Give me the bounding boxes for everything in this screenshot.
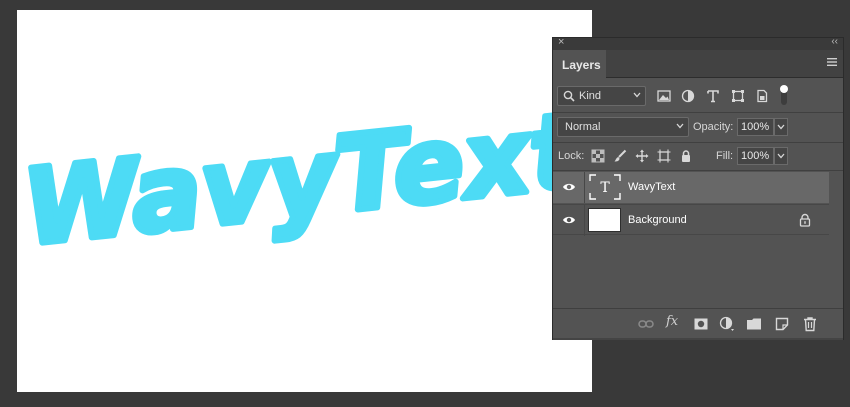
search-icon xyxy=(563,90,575,102)
add-mask-icon[interactable] xyxy=(693,316,709,332)
new-layer-icon[interactable] xyxy=(774,316,790,332)
text-layer-thumbnail[interactable]: T xyxy=(589,174,621,200)
layer-row-wavytext[interactable]: T WavyText xyxy=(553,172,829,203)
filter-kind-select[interactable]: Kind xyxy=(557,86,646,106)
opacity-label: Opacity: xyxy=(693,121,734,133)
lock-transparent-pixels-icon[interactable] xyxy=(591,149,605,163)
canvas-artwork: WavyText xyxy=(17,86,592,272)
panel-tab-bar: Layers xyxy=(553,50,843,79)
filter-kind-value: Kind xyxy=(579,90,602,102)
image-filter-icon[interactable] xyxy=(657,89,671,103)
chevron-down-icon xyxy=(676,123,684,129)
blend-mode-select[interactable]: Normal xyxy=(557,117,689,137)
hamburger-menu-icon[interactable] xyxy=(827,58,837,66)
adjustment-filter-icon[interactable] xyxy=(681,89,695,103)
new-group-icon[interactable] xyxy=(746,316,762,332)
layer-filter-row: Kind xyxy=(553,82,843,110)
close-icon[interactable]: × xyxy=(558,36,564,48)
type-filter-icon[interactable] xyxy=(706,89,720,103)
lock-image-pixels-icon[interactable] xyxy=(613,149,627,163)
chevron-down-icon xyxy=(777,124,785,130)
fill-input[interactable]: 100% xyxy=(737,147,774,165)
lock-artboard-icon[interactable] xyxy=(657,149,671,163)
panel-resize-grip[interactable] xyxy=(553,338,843,340)
panel-divider xyxy=(553,142,843,143)
smart-object-filter-icon[interactable] xyxy=(755,89,769,103)
blend-row: Normal Opacity: 100% xyxy=(553,115,843,141)
background-layer-thumbnail[interactable] xyxy=(588,208,621,232)
link-layers-icon[interactable] xyxy=(638,316,654,332)
tab-layers[interactable]: Layers xyxy=(553,50,606,79)
delete-icon[interactable] xyxy=(802,316,818,332)
layers-scrollbar[interactable] xyxy=(829,172,843,308)
document-canvas[interactable]: WavyText xyxy=(17,10,592,392)
fill-label: Fill: xyxy=(716,150,734,162)
panel-title-bar[interactable]: × ‹‹ xyxy=(553,36,843,50)
visibility-separator xyxy=(584,172,585,203)
fx-icon[interactable]: fx xyxy=(666,314,678,329)
adjustment-layer-icon[interactable] xyxy=(719,316,735,332)
lock-position-icon[interactable] xyxy=(635,149,649,163)
chevron-down-icon xyxy=(777,153,785,159)
lock-row: Lock: Fill: 100% xyxy=(553,144,843,168)
eye-icon[interactable] xyxy=(562,182,576,192)
lock-label: Lock: xyxy=(558,150,585,162)
canvas-artwork-text: WavyText xyxy=(18,89,589,269)
eye-icon[interactable] xyxy=(562,215,576,225)
lock-icon[interactable] xyxy=(799,213,811,227)
layer-name[interactable]: WavyText xyxy=(628,181,675,193)
opacity-input[interactable]: 100% xyxy=(737,118,774,136)
panel-divider xyxy=(553,112,843,113)
layers-panel: × ‹‹ Layers Kind Normal Opacity: 100% Lo… xyxy=(552,36,844,340)
filter-toggle-icon[interactable] xyxy=(779,84,789,106)
fill-dropdown-button[interactable] xyxy=(774,147,788,165)
panel-divider xyxy=(553,170,843,171)
double-chevron-icon[interactable]: ‹‹ xyxy=(831,36,838,47)
blend-mode-value: Normal xyxy=(565,121,601,133)
layer-name[interactable]: Background xyxy=(628,214,687,226)
layer-row-background[interactable]: Background xyxy=(553,204,829,236)
chevron-down-icon xyxy=(633,92,641,98)
text-layer-thumbnail-glyph: T xyxy=(600,180,610,196)
lock-all-icon[interactable] xyxy=(679,149,693,163)
opacity-dropdown-button[interactable] xyxy=(774,118,788,136)
visibility-separator xyxy=(584,205,585,236)
layers-bottom-toolbar: fx xyxy=(553,308,843,338)
shape-filter-icon[interactable] xyxy=(731,89,745,103)
